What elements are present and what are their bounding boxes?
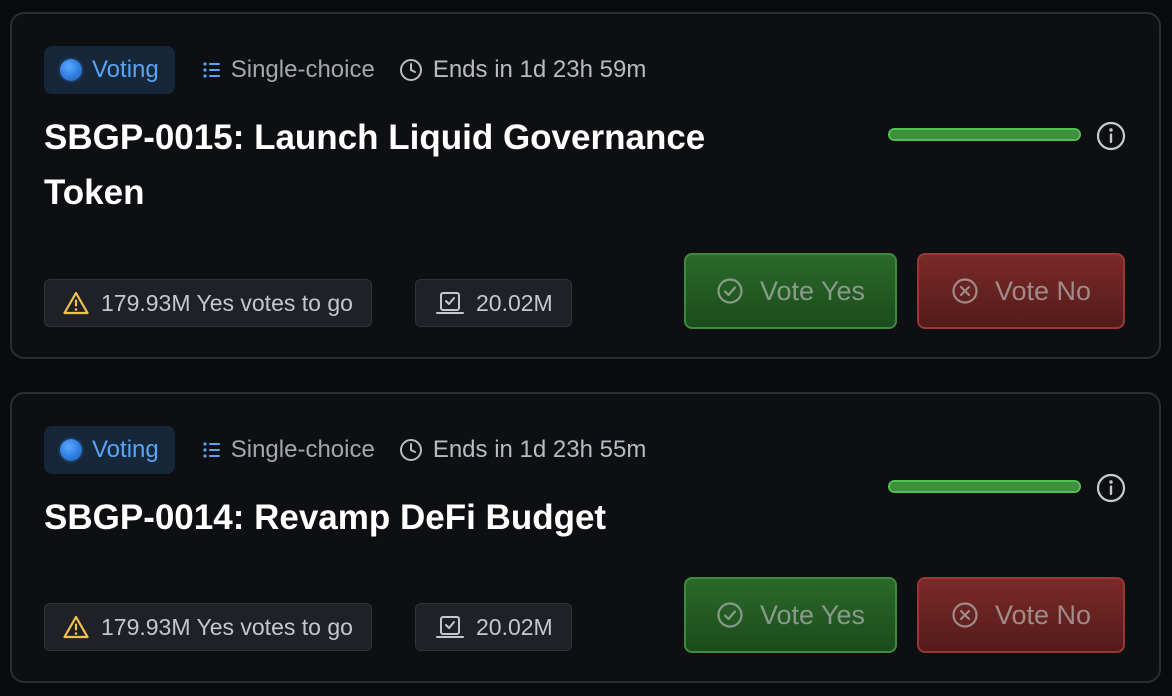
vote-no-label: Vote No (994, 275, 1092, 306)
warning-icon (63, 291, 89, 315)
vote-yes-label: Vote Yes (759, 599, 866, 630)
votes-to-go-label: 179.93M Yes votes to go (101, 289, 353, 316)
x-circle-icon (952, 278, 978, 304)
ballot-box-icon (436, 616, 464, 638)
time-remaining-label: Ends in 1d 23h 59m (432, 56, 647, 83)
check-circle-icon (717, 278, 743, 304)
list-icon (203, 62, 220, 78)
approval-progress-fill (890, 482, 1079, 491)
proposal-title[interactable]: SBGP-0014: Revamp DeFi Budget (44, 490, 804, 545)
status-dot-icon (60, 59, 82, 81)
proposal-title[interactable]: SBGP-0015: Launch Liquid Governance Toke… (44, 110, 804, 220)
clock-icon (399, 439, 422, 461)
check-circle-icon (717, 602, 743, 628)
approval-progress-fill (890, 130, 1079, 139)
time-remaining: Ends in 1d 23h 55m (399, 436, 646, 464)
voting-type: Single-choice (201, 436, 375, 464)
approval-progress-bar (888, 480, 1081, 493)
vote-no-button[interactable]: Vote No (917, 253, 1125, 329)
info-icon[interactable] (1096, 473, 1126, 503)
votes-to-go-label: 179.93M Yes votes to go (101, 613, 353, 640)
vote-yes-button[interactable]: Vote Yes (684, 577, 897, 653)
status-label: Voting (92, 436, 159, 463)
ballot-box-icon (436, 292, 464, 314)
approval-progress-bar (888, 128, 1081, 141)
proposal-meta: Voting Single-choice Ends in 1d 23h 59m (44, 46, 646, 94)
status-badge: Voting (44, 46, 175, 94)
time-remaining-label: Ends in 1d 23h 55m (432, 436, 647, 463)
proposal-meta: Voting Single-choice Ends in 1d 23h 55m (44, 426, 646, 474)
status-dot-icon (60, 439, 82, 461)
voting-type-label: Single-choice (230, 56, 375, 83)
time-remaining: Ends in 1d 23h 59m (399, 56, 646, 84)
voting-power-badge: 20.02M (415, 279, 572, 327)
status-label: Voting (92, 56, 159, 83)
voting-power-value: 20.02M (476, 289, 553, 316)
votes-to-go-badge: 179.93M Yes votes to go (44, 603, 372, 651)
voting-type: Single-choice (201, 56, 375, 84)
voting-power-badge: 20.02M (415, 603, 572, 651)
voting-power-value: 20.02M (476, 613, 553, 640)
clock-icon (399, 59, 422, 81)
vote-yes-button[interactable]: Vote Yes (684, 253, 897, 329)
vote-yes-label: Vote Yes (759, 275, 866, 306)
votes-to-go-badge: 179.93M Yes votes to go (44, 279, 372, 327)
proposal-card[interactable]: Voting Single-choice Ends in 1d 23h 55m … (10, 392, 1161, 683)
info-icon[interactable] (1096, 121, 1126, 151)
status-badge: Voting (44, 426, 175, 474)
vote-no-button[interactable]: Vote No (917, 577, 1125, 653)
list-icon (203, 442, 220, 458)
proposal-card[interactable]: Voting Single-choice Ends in 1d 23h 59m … (10, 12, 1161, 359)
voting-type-label: Single-choice (230, 436, 375, 463)
warning-icon (63, 615, 89, 639)
vote-no-label: Vote No (994, 599, 1092, 630)
x-circle-icon (952, 602, 978, 628)
